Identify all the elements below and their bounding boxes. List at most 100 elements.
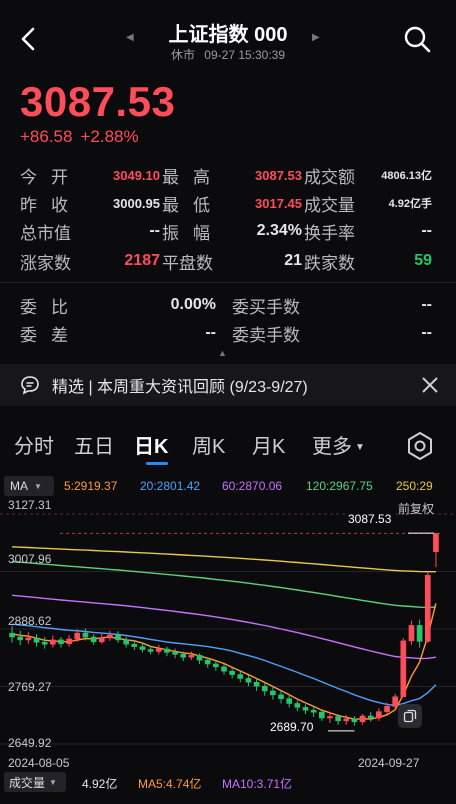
ma5-line [11, 603, 437, 720]
candle-body [408, 625, 415, 642]
news-banner[interactable]: 精选 | 本周重大资讯回顾 (9/23-9/27) [0, 364, 456, 406]
copy-button[interactable] [398, 704, 422, 728]
stat-label: 委比 [20, 297, 82, 317]
page-title: 上证指数 000 [168, 24, 288, 46]
close-icon[interactable] [420, 375, 440, 395]
stat-value: 4806.13亿 [381, 170, 432, 182]
candle-body [172, 652, 178, 655]
expand-arrow-icon[interactable]: ▲ [218, 348, 227, 358]
candle-body [204, 659, 211, 665]
y-tick-label: 3127.31 [8, 498, 52, 512]
stat-value: 3017.45 [255, 195, 302, 211]
candle-body [33, 637, 40, 643]
ma250-line [12, 546, 436, 573]
candle-body [50, 639, 56, 645]
stat-label: 委卖手数 [232, 325, 300, 345]
ma20-value: 20:2801.42 [140, 479, 201, 493]
candle-body [253, 681, 260, 687]
candle-body [58, 639, 64, 645]
candle-body [229, 670, 235, 675]
candle-body [115, 634, 121, 641]
x-tick-label: 2024-09-27 [358, 756, 420, 770]
stat-value: 21 [284, 252, 302, 269]
stat-market-cap: 总市值 -- [20, 218, 160, 244]
candle-body [310, 709, 317, 713]
stat-prev-close: 昨收 3000.95 [20, 190, 160, 216]
adjust-mode-label[interactable]: 前复权 [398, 500, 434, 517]
candle-body [392, 696, 398, 707]
candle-body [237, 674, 244, 679]
stat-order-diff: 委差 -- [20, 320, 216, 346]
change-value: +86.58 [20, 127, 73, 146]
volume-ma10: MA10:3.71亿 [222, 777, 293, 791]
candle-body [74, 632, 81, 640]
stat-value: -- [421, 324, 432, 341]
stat-label: 最低 [162, 195, 224, 215]
tab-five-day[interactable]: 五日 [74, 430, 114, 459]
stat-label: 今开 [20, 167, 82, 187]
stat-label: 成交量 [304, 195, 355, 215]
search-button[interactable] [402, 24, 432, 54]
stat-value: 59 [414, 252, 432, 269]
candle-body [139, 646, 146, 650]
stat-label: 总市值 [20, 223, 71, 243]
stat-value: -- [421, 222, 432, 239]
stat-low: 最低 3017.45 [162, 190, 302, 216]
stat-label: 成交额 [304, 167, 355, 187]
stat-label: 委买手数 [232, 297, 300, 317]
candle-body [155, 648, 162, 652]
stat-amplitude: 振幅 2.34% [162, 218, 302, 244]
tab-weekly-k[interactable]: 周K [192, 430, 225, 459]
stat-value: 3000.95 [113, 195, 160, 211]
candle-body [278, 694, 284, 699]
kline-chart[interactable]: 3127.31 3007.96 2888.62 2769.27 2649.92 … [0, 496, 456, 772]
search-icon [404, 26, 431, 53]
stat-label: 换手率 [304, 223, 355, 243]
stat-turnover: 成交额 4806.13亿 [304, 162, 432, 188]
stat-label: 最高 [162, 167, 224, 187]
stat-high: 最高 3087.53 [162, 162, 302, 188]
candle-body [25, 637, 32, 641]
candle-body [66, 638, 72, 645]
candle-body [131, 643, 138, 647]
chat-bubble-icon [21, 376, 39, 395]
stat-label: 涨家数 [20, 253, 71, 273]
candle-body [318, 711, 325, 719]
candle-body [196, 655, 203, 661]
chart-low-label: 2689.70 [270, 720, 314, 734]
tab-daily-k[interactable]: 日K [134, 430, 168, 459]
stat-open: 今开 3049.10 [20, 162, 160, 188]
tab-monthly-k[interactable]: 月K [252, 430, 285, 459]
ma250-value: 250:29 [396, 479, 433, 493]
candle-body [286, 698, 293, 704]
tab-more[interactable]: 更多 ▼ [312, 430, 365, 459]
timestamp: 09-27 15:30:39 [204, 48, 286, 62]
stat-label: 振幅 [162, 223, 224, 243]
candle-body [180, 654, 187, 658]
news-headline: 精选 | 本周重大资讯回顾 (9/23-9/27) [52, 379, 308, 396]
candle-body [98, 637, 105, 643]
chart-settings-button[interactable] [404, 430, 436, 462]
candle-body [41, 642, 48, 645]
candle-body [188, 655, 195, 658]
next-stock-arrow-icon[interactable]: ▶ [312, 32, 320, 43]
stat-advancers: 涨家数 2187 [20, 248, 160, 274]
y-tick-label: 2888.62 [8, 614, 52, 628]
stat-label: 昨收 [20, 195, 82, 215]
stat-unchanged: 平盘数 21 [162, 248, 302, 274]
candle-body [400, 640, 407, 698]
candle-body [384, 706, 390, 712]
stat-value: 4.92亿手 [388, 198, 432, 210]
candle-body [416, 625, 423, 642]
stat-value: 2187 [124, 252, 160, 269]
stat-turnover-rate: 换手率 -- [304, 218, 432, 244]
tab-intraday[interactable]: 分时 [14, 430, 54, 459]
candle-body [164, 648, 170, 653]
gear-icon [408, 432, 432, 460]
stat-value: 3049.10 [113, 167, 160, 183]
back-button[interactable] [14, 24, 44, 54]
stat-label: 跌家数 [304, 253, 355, 273]
candle-body [90, 636, 97, 643]
change-percent: +2.88% [80, 127, 139, 146]
volume-value: 4.92亿 [82, 777, 118, 791]
